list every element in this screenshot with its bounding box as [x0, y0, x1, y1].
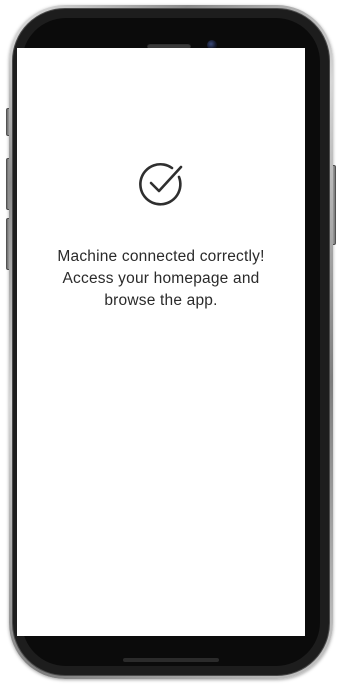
connection-success-message: Machine connected correctly! Access your… — [57, 248, 265, 309]
app-screen: Machine connected correctly! Access your… — [17, 48, 305, 636]
home-indicator — [123, 658, 219, 662]
device-mockup: Machine connected correctly! Access your… — [0, 0, 341, 684]
check-circle-icon — [135, 158, 187, 210]
